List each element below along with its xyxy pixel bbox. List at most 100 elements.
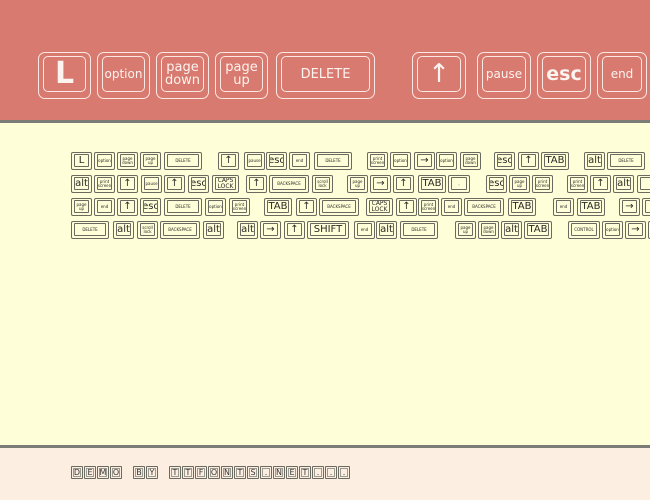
sample-key: TAB bbox=[508, 198, 536, 216]
sample-key: , bbox=[448, 175, 470, 193]
sample-key: ↑ bbox=[117, 198, 138, 216]
key-label: scroll lock bbox=[315, 177, 330, 190]
key-label: page down bbox=[481, 223, 496, 236]
demo-char: N bbox=[273, 466, 285, 479]
demo-char: T bbox=[182, 466, 194, 479]
sample-key: scroll lock bbox=[137, 221, 158, 239]
sample-key: TAB bbox=[577, 198, 605, 216]
key-label: DELETE bbox=[403, 223, 435, 236]
sample-key: ↑ bbox=[396, 198, 417, 216]
key-label: esc bbox=[191, 177, 206, 190]
key-pause: pause bbox=[477, 52, 531, 99]
sample-key: option bbox=[436, 152, 457, 170]
demo-char: . bbox=[325, 466, 337, 479]
sample-key: scroll lock bbox=[312, 175, 333, 193]
key-label: TAB bbox=[421, 177, 443, 190]
key-label: alt bbox=[74, 177, 89, 190]
sample-key: option bbox=[94, 152, 115, 170]
key-page-down: page down bbox=[156, 52, 209, 99]
key-label: ↑ bbox=[593, 177, 608, 190]
sample-key: esc bbox=[486, 175, 507, 193]
sample-key: → bbox=[414, 152, 435, 170]
key-label: TAB bbox=[527, 223, 549, 236]
key-label: page up bbox=[458, 223, 473, 236]
sample-key: DELETE bbox=[400, 221, 438, 239]
sample-key: BACKSPACE bbox=[319, 198, 359, 216]
key-label: L bbox=[74, 154, 89, 167]
key-label: ↑ bbox=[521, 154, 536, 167]
key-label: option bbox=[393, 154, 408, 167]
sample-key: esc bbox=[140, 198, 161, 216]
key-label: print screen bbox=[370, 154, 385, 167]
sample-key: → bbox=[260, 221, 281, 239]
key-label: option bbox=[439, 154, 454, 167]
key-label: alt bbox=[206, 223, 221, 236]
key-label: , bbox=[451, 177, 467, 190]
sample-key: print screen bbox=[418, 198, 439, 216]
sample-key: L bbox=[71, 152, 92, 170]
sample-key: ↑ bbox=[164, 175, 185, 193]
key-label: pause bbox=[482, 56, 526, 92]
sample-key: alt bbox=[237, 221, 258, 239]
key-label: page up bbox=[143, 154, 158, 167]
sample-key: DELETE bbox=[71, 221, 109, 239]
sample-key: → bbox=[370, 175, 391, 193]
sample-key: print screen bbox=[567, 175, 588, 193]
demo-char: T bbox=[299, 466, 311, 479]
space bbox=[159, 466, 168, 480]
key-label: end bbox=[292, 154, 307, 167]
key-label: alt bbox=[616, 177, 631, 190]
key-label: ↑ bbox=[221, 154, 236, 167]
key-label: DELETE bbox=[281, 56, 370, 92]
key-label: end bbox=[357, 223, 372, 236]
key-label: ↑ bbox=[399, 200, 414, 213]
key-label: → bbox=[628, 223, 643, 236]
key-label: end bbox=[97, 200, 112, 213]
key-label: L bbox=[43, 56, 86, 92]
sample-area: Loption page down page up DELETE ↑ pause esc en… bbox=[0, 123, 650, 445]
sample-key: esc bbox=[494, 152, 515, 170]
key-label: CONTROL bbox=[571, 223, 597, 236]
key-page-up: page up bbox=[215, 52, 268, 99]
demo-char: . bbox=[312, 466, 324, 479]
sample-key: pause bbox=[244, 152, 265, 170]
key-esc: esc bbox=[537, 52, 591, 99]
sample-key: TAB bbox=[264, 198, 292, 216]
key-label: end bbox=[556, 200, 571, 213]
key-label: TAB bbox=[580, 200, 602, 213]
preview-banner: Loption page down page up DELETE ↑ pause esc en… bbox=[0, 0, 650, 120]
sample-key: ↑ bbox=[518, 152, 539, 170]
key-label: ↑ bbox=[120, 177, 135, 190]
space bbox=[123, 466, 132, 480]
key-label: option bbox=[208, 200, 223, 213]
sample-key: DELETE bbox=[164, 198, 202, 216]
key-label: print screen bbox=[570, 177, 585, 190]
key-label: ↑ bbox=[287, 223, 302, 236]
key-label: page up bbox=[512, 177, 527, 190]
key-label: CAPS LOCK bbox=[369, 200, 390, 213]
key-label: DELETE bbox=[167, 200, 199, 213]
demo-char: E bbox=[84, 466, 96, 479]
sample-key: end bbox=[553, 198, 574, 216]
key-label: esc bbox=[542, 56, 586, 92]
key-label: option bbox=[97, 154, 112, 167]
key-label: BACKSPACE bbox=[163, 223, 197, 236]
key-arrow-up: ↑ bbox=[412, 52, 466, 99]
sample-key: DELETE bbox=[164, 152, 202, 170]
key-label bbox=[640, 177, 650, 190]
sample-key: end bbox=[441, 198, 462, 216]
sample-key: print screen bbox=[94, 175, 115, 193]
demo-char: B bbox=[133, 466, 145, 479]
sample-key: BACKSPACE bbox=[464, 198, 504, 216]
key-end: end bbox=[597, 52, 647, 99]
demo-char: E bbox=[286, 466, 298, 479]
key-label: DELETE bbox=[167, 154, 199, 167]
key-label: TAB bbox=[511, 200, 533, 213]
demo-char: F bbox=[195, 466, 207, 479]
sample-key: alt bbox=[71, 175, 92, 193]
sample-key: ↑ bbox=[296, 198, 317, 216]
sample-key: TAB bbox=[524, 221, 552, 239]
key-label: option bbox=[605, 223, 620, 236]
key-label: print screen bbox=[232, 200, 247, 213]
sample-key: → bbox=[625, 221, 646, 239]
